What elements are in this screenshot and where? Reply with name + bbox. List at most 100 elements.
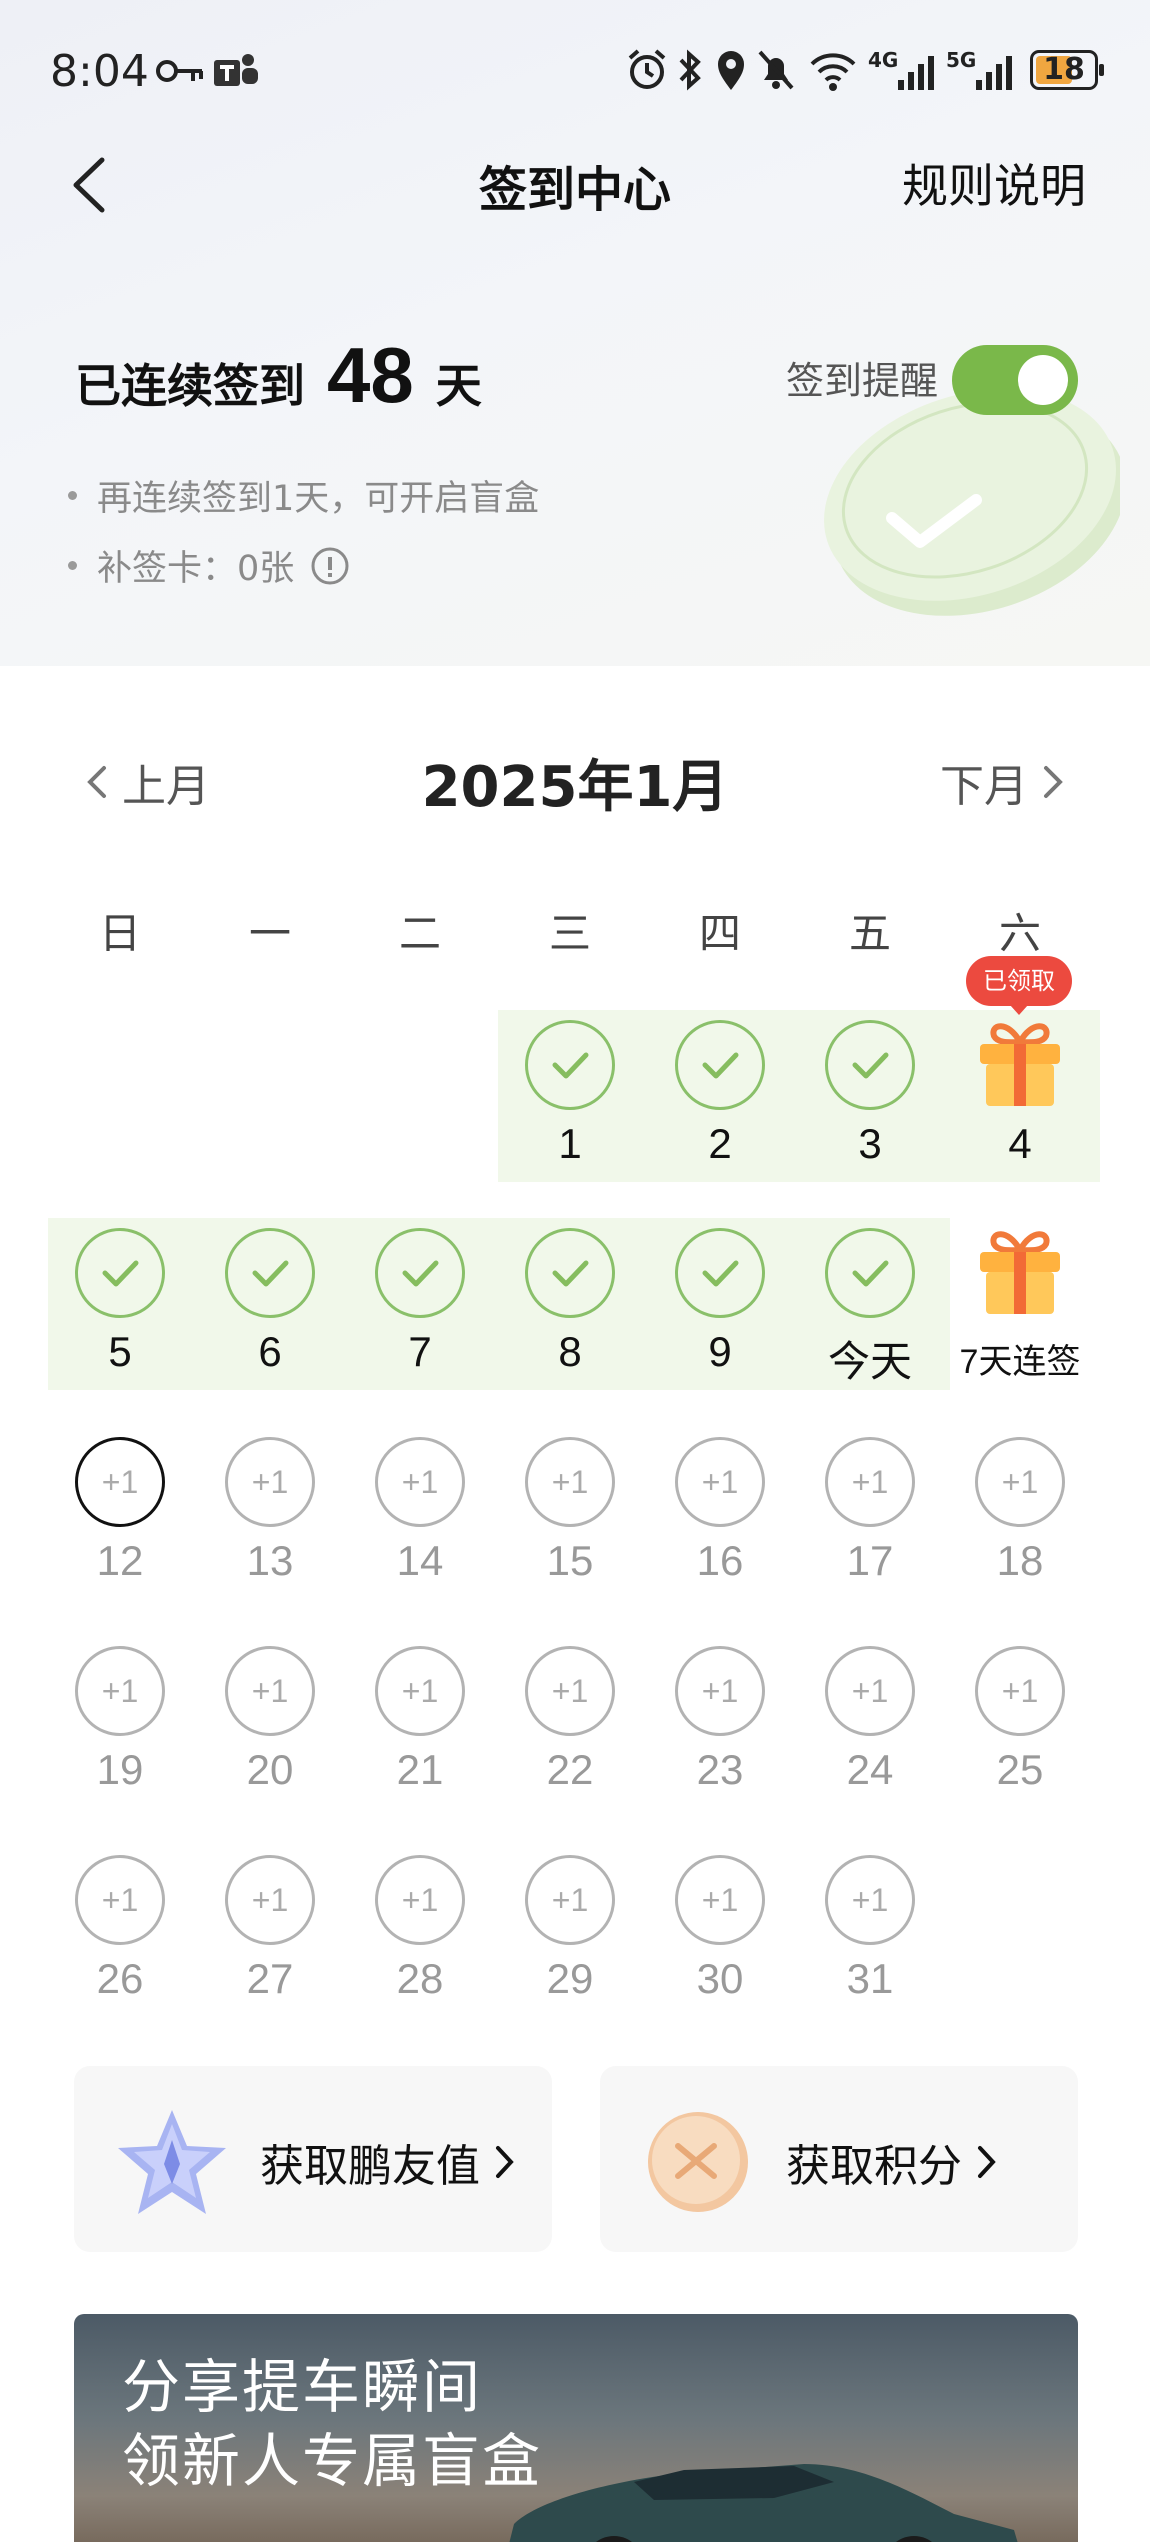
- day-label: 7: [408, 1328, 432, 1375]
- points-circle: +1: [375, 1437, 465, 1527]
- get-friend-points-card[interactable]: 获取鹏友值: [74, 2066, 552, 2252]
- navigation-bar: 签到中心 规则说明: [0, 140, 1150, 230]
- weekday-label: 五: [848, 909, 891, 958]
- calendar-day[interactable]: +1 21: [350, 1634, 490, 1824]
- rules-link[interactable]: 规则说明: [902, 150, 1086, 216]
- battery-level: 18: [1043, 52, 1085, 87]
- check-icon: [402, 1260, 439, 1287]
- mute-bell-icon: [758, 50, 794, 90]
- reminder-toggle[interactable]: [952, 345, 1078, 415]
- get-points-card[interactable]: 获取积分: [600, 2066, 1078, 2252]
- signed-check-circle: [525, 1020, 615, 1110]
- signed-check-circle: [825, 1228, 915, 1318]
- calendar-day[interactable]: 8: [500, 1216, 640, 1406]
- calendar-day[interactable]: 5: [50, 1216, 190, 1406]
- points-circle: +1: [525, 1437, 615, 1527]
- calendar-day[interactable]: +1 16: [650, 1425, 790, 1615]
- calendar-day[interactable]: 2: [650, 1008, 790, 1198]
- streak-suffix: 天: [435, 359, 482, 413]
- points-circle: +1: [975, 1646, 1065, 1736]
- calendar-day[interactable]: +1 24: [800, 1634, 940, 1824]
- star-icon: [118, 2110, 226, 2214]
- next-month-label: 下月: [940, 761, 1028, 812]
- weekday-label: 三: [548, 909, 591, 958]
- calendar-day[interactable]: +1 22: [500, 1634, 640, 1824]
- day-label: 7天连签: [959, 1343, 1081, 1381]
- day-label: 29: [546, 1955, 594, 2002]
- signed-check-circle: [825, 1020, 915, 1110]
- day-label: 6: [258, 1328, 282, 1375]
- calendar-day[interactable]: +1 17: [800, 1425, 940, 1615]
- day-label: 今天: [827, 1338, 912, 1385]
- promo-banner[interactable]: 分享提车瞬间 领新人专属盲盒: [74, 2314, 1078, 2542]
- signal-4g: 4G: [868, 48, 948, 92]
- next-month-button[interactable]: 下月: [940, 750, 1066, 814]
- note-text: 补签卡：0张: [97, 549, 295, 589]
- action-cards: 获取鹏友值 获取积分: [74, 2066, 1078, 2252]
- signed-check-circle: [675, 1020, 765, 1110]
- calendar-day[interactable]: +1 18: [950, 1425, 1090, 1615]
- signed-check-circle: [75, 1228, 165, 1318]
- calendar-day[interactable]: +1 15: [500, 1425, 640, 1615]
- calendar-day[interactable]: +1 13: [200, 1425, 340, 1615]
- network-type-label: 5G: [946, 48, 977, 72]
- day-label: 9: [708, 1328, 732, 1375]
- calendar-day[interactable]: +1 31: [800, 1843, 940, 2033]
- signal-5g: 5G: [946, 48, 1026, 92]
- points-circle: +1: [525, 1646, 615, 1736]
- calendar-day[interactable]: +1 14: [350, 1425, 490, 1615]
- calendar-day[interactable]: +1 30: [650, 1843, 790, 2033]
- calendar-day[interactable]: +1 12: [50, 1425, 190, 1615]
- calendar-day[interactable]: 3: [800, 1008, 940, 1198]
- points-circle: +1: [375, 1646, 465, 1736]
- day-label: 22: [546, 1746, 594, 1793]
- claimed-badge: 已领取: [966, 956, 1072, 1015]
- day-label: 25: [996, 1746, 1044, 1793]
- calendar-day[interactable]: +1 27: [200, 1843, 340, 2033]
- points-circle: +1: [825, 1855, 915, 1945]
- calendar-gift-day[interactable]: 7天连签: [950, 1216, 1090, 1406]
- points-circle: +1: [525, 1855, 615, 1945]
- points-circle: +1: [675, 1437, 765, 1527]
- calendar-day[interactable]: +1 20: [200, 1634, 340, 1824]
- car-illustration: [509, 2464, 1018, 2542]
- calendar-day[interactable]: +1 19: [50, 1634, 190, 1824]
- check-icon: [702, 1260, 739, 1287]
- calendar-day[interactable]: +1 28: [350, 1843, 490, 2033]
- info-icon[interactable]: [310, 546, 350, 586]
- calendar-day[interactable]: 9: [650, 1216, 790, 1406]
- points-circle: +1: [675, 1646, 765, 1736]
- calendar-day[interactable]: +1 26: [50, 1843, 190, 2033]
- note-text: 再连续签到1天，可开启盲盒: [97, 479, 540, 519]
- weekday-label: 四: [698, 909, 741, 958]
- note-item: 再连续签到1天，可开启盲盒: [68, 470, 539, 521]
- signed-check-circle: [225, 1228, 315, 1318]
- signed-check-circle: [675, 1228, 765, 1318]
- header-background: 8:04 4G 5G 18 签到中心 规则说明 已连续签到 48 天 签到提醒 …: [0, 0, 1150, 666]
- check-icon: [102, 1260, 139, 1287]
- day-label: 31: [846, 1955, 894, 2002]
- calendar-day[interactable]: +1 29: [500, 1843, 640, 2033]
- calendar-day[interactable]: 今天: [800, 1216, 940, 1406]
- month-navigation: 上月 2025年1月 下月: [0, 742, 1150, 822]
- calendar-day[interactable]: 7: [350, 1216, 490, 1406]
- calendar-day[interactable]: +1 25: [950, 1634, 1090, 1824]
- banner-line-2: 领新人专属盲盒: [122, 2427, 543, 2495]
- check-icon: [252, 1260, 289, 1287]
- bullet-dot: [68, 491, 77, 500]
- signal-bars-icon: [976, 56, 1012, 90]
- calendar-day[interactable]: 6: [200, 1216, 340, 1406]
- bluetooth-icon: [679, 49, 701, 91]
- toggle-knob: [1018, 355, 1068, 405]
- calendar-gift-day[interactable]: 已领取 4: [950, 956, 1090, 1198]
- calendar-day[interactable]: 1: [500, 1008, 640, 1198]
- day-label: 23: [696, 1746, 744, 1793]
- note-item: 补签卡：0张: [68, 540, 350, 591]
- day-label: 16: [696, 1537, 744, 1584]
- day-label: 24: [846, 1746, 894, 1793]
- signal-bars-icon: [898, 56, 934, 90]
- points-circle: +1: [75, 1646, 165, 1736]
- calendar-day[interactable]: +1 23: [650, 1634, 790, 1824]
- streak-summary: 已连续签到 48 天: [75, 330, 482, 420]
- wifi-icon: [810, 53, 856, 91]
